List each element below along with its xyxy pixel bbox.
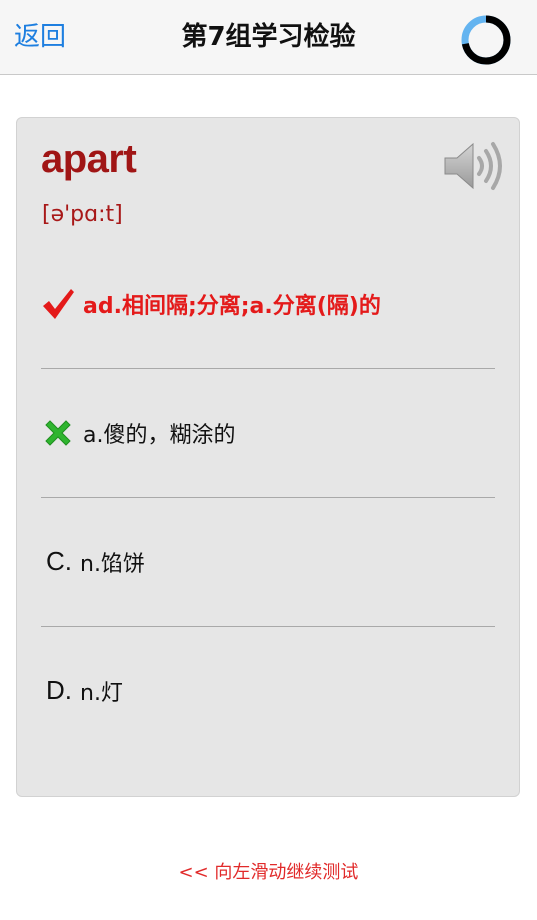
answer-option-letter: D. bbox=[46, 675, 72, 705]
page-title: 第7组学习检验 bbox=[181, 22, 356, 52]
check-icon bbox=[43, 288, 74, 319]
answer-option-text: n.馅饼 bbox=[80, 551, 145, 577]
answer-option-text: n.灯 bbox=[80, 680, 123, 706]
answer-option-text: ad.相间隔;分离;a.分离(隔)的 bbox=[83, 293, 381, 319]
progress-ring-icon bbox=[461, 15, 511, 65]
cross-icon bbox=[45, 419, 71, 446]
nav-bar: 返回 第7组学习检验 bbox=[0, 0, 537, 75]
answer-option-1[interactable]: ad.相间隔;分离;a.分离(隔)的 bbox=[41, 239, 495, 369]
answer-option-3[interactable]: C. n.馅饼 bbox=[41, 497, 495, 627]
vocab-word: apart bbox=[41, 137, 137, 181]
answer-option-4[interactable]: D. n.灯 bbox=[41, 626, 495, 755]
question-card: apart [ə'pɑ:t] ad.相间隔;分离;a.分离(隔)的 a.傻的，糊… bbox=[16, 117, 520, 797]
answer-option-2[interactable]: a.傻的，糊涂的 bbox=[41, 368, 495, 498]
answer-option-letter: C. bbox=[46, 546, 72, 576]
phonetic-transcription: [ə'pɑ:t] bbox=[42, 202, 123, 227]
answer-option-text: a.傻的，糊涂的 bbox=[83, 422, 236, 448]
swipe-hint: << 向左滑动继续测试 bbox=[178, 862, 359, 883]
speaker-icon[interactable] bbox=[441, 138, 507, 194]
